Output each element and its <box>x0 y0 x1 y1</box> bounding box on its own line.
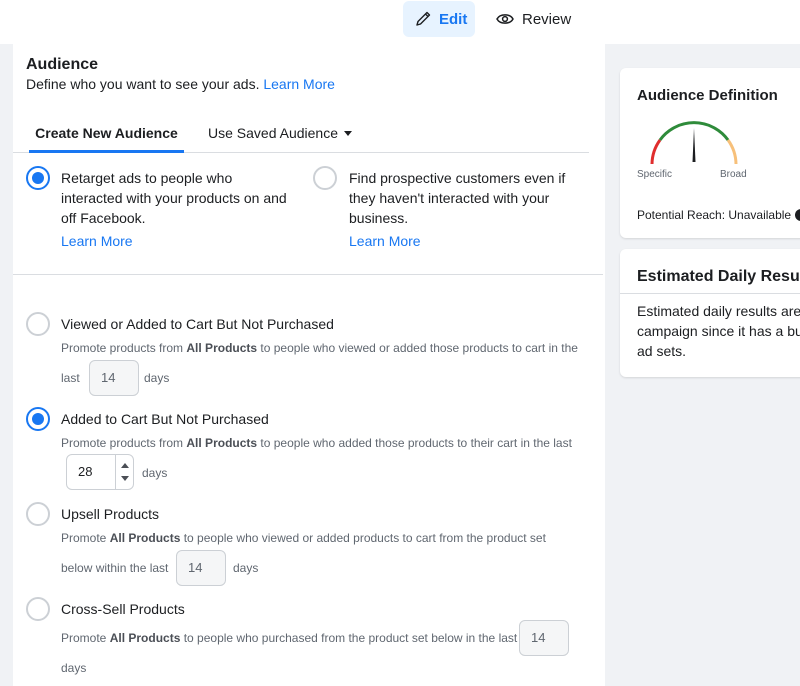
cross-sell-radio[interactable] <box>26 597 50 621</box>
stepper-arrows[interactable] <box>115 455 133 489</box>
viewed-or-added-desc: Promote products from All Products to pe… <box>61 341 578 355</box>
use-saved-label: Use Saved Audience <box>208 125 338 141</box>
tab-use-saved-audience[interactable]: Use Saved Audience <box>208 125 352 141</box>
audience-subtitle: Define who you want to see your ads. Lea… <box>26 76 335 92</box>
added-to-cart-title: Added to Cart But Not Purchased <box>61 411 269 427</box>
viewed-or-added-days-input[interactable]: 14 <box>89 360 139 396</box>
edit-label: Edit <box>439 10 468 28</box>
info-icon[interactable]: i <box>795 209 800 221</box>
upsell-title: Upsell Products <box>61 506 160 522</box>
gauge-orange-arc <box>726 139 738 165</box>
upsell-desc-within: below within the last <box>61 561 169 575</box>
potential-reach-text: Potential Reach: Unavailable <box>637 208 792 222</box>
gauge-specific-label: Specific <box>637 169 673 180</box>
audience-subtitle-text: Define who you want to see your ads. <box>26 76 260 92</box>
cross-sell-desc: Promote All Products to people who purch… <box>61 631 518 645</box>
upsell-days-label: days <box>233 561 259 575</box>
retarget-radio[interactable] <box>26 166 50 190</box>
gauge-red-arc <box>650 139 662 165</box>
estimated-line-2: campaign since it has a bu <box>637 323 800 339</box>
eye-icon <box>496 12 514 26</box>
tab-create-new-audience[interactable]: Create New Audience <box>29 125 184 153</box>
gauge-needle <box>692 128 696 162</box>
prospective-radio[interactable] <box>313 166 337 190</box>
added-to-cart-days-value: 28 <box>78 464 93 479</box>
top-bar: Edit Review <box>0 0 800 44</box>
prospective-option-text: Find prospective customers even if they … <box>349 170 566 226</box>
viewed-or-added-days-label: days <box>144 371 170 385</box>
estimated-results-text: Estimated daily results are campaign sin… <box>637 301 800 361</box>
section-divider <box>13 274 603 275</box>
stepper-down-icon[interactable] <box>121 476 129 481</box>
audience-card: Audience Define who you want to see your… <box>13 44 605 686</box>
estimated-divider <box>620 293 800 294</box>
added-to-cart-days-label: days <box>142 466 168 480</box>
viewed-or-added-desc-last: last <box>61 371 80 385</box>
retarget-learn-more-link[interactable]: Learn More <box>61 233 133 249</box>
review-label: Review <box>522 10 572 28</box>
upsell-desc: Promote All Products to people who viewe… <box>61 531 546 545</box>
caret-down-icon <box>343 130 352 136</box>
audience-definition-title: Audience Definition <box>637 87 778 104</box>
gauge-broad-label: Broad <box>720 169 747 180</box>
added-to-cart-radio[interactable] <box>26 407 50 431</box>
reach-gauge-icon <box>650 121 738 165</box>
cross-sell-days-label: days <box>61 661 87 675</box>
cross-sell-title: Cross-Sell Products <box>61 601 185 617</box>
viewed-or-added-radio[interactable] <box>26 312 50 336</box>
pencil-icon <box>415 11 431 27</box>
edit-tab-button[interactable]: Edit <box>403 1 475 37</box>
estimated-results-card: Estimated Daily Results Estimated daily … <box>620 249 800 377</box>
estimated-results-title: Estimated Daily Results <box>637 268 800 285</box>
audience-title: Audience <box>26 56 99 73</box>
upsell-radio[interactable] <box>26 502 50 526</box>
stepper-up-icon[interactable] <box>121 463 129 468</box>
audience-tabs: Create New Audience Use Saved Audience <box>13 118 589 153</box>
learn-more-link[interactable]: Learn More <box>263 76 335 92</box>
cross-sell-days-input[interactable]: 14 <box>519 620 569 656</box>
viewed-or-added-title: Viewed or Added to Cart But Not Purchase… <box>61 316 334 332</box>
added-to-cart-desc: Promote products from All Products to pe… <box>61 436 572 450</box>
upsell-days-input[interactable]: 14 <box>176 550 226 586</box>
retarget-option-text: Retarget ads to people who interacted wi… <box>61 170 287 226</box>
potential-reach: Potential Reach: Unavailable i <box>637 208 800 222</box>
added-to-cart-days-stepper[interactable]: 28 <box>66 454 134 490</box>
prospective-learn-more-link[interactable]: Learn More <box>349 233 421 249</box>
audience-definition-card: Audience Definition Specific Broad Poten… <box>620 68 800 238</box>
estimated-line-3: ad sets. <box>637 343 687 359</box>
estimated-line-1: Estimated daily results are <box>637 303 800 319</box>
review-tab-button[interactable]: Review <box>490 1 580 37</box>
